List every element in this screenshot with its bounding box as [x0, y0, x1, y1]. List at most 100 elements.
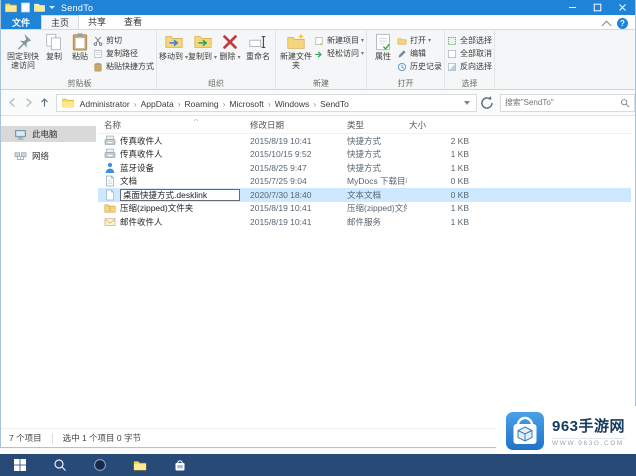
mail-icon: [104, 218, 116, 226]
paste-button[interactable]: 粘贴: [67, 30, 93, 62]
selection-status: 选中 1 个项目 0 字节: [62, 433, 141, 443]
file-icon-slot: [104, 162, 116, 174]
breadcrumb-segment[interactable]: SendTo: [317, 99, 352, 109]
status-divider: [51, 432, 53, 444]
column-header-size[interactable]: 大小: [407, 119, 483, 131]
edit-button[interactable]: 编辑: [397, 47, 442, 60]
column-header-name[interactable]: 名称: [98, 119, 246, 131]
file-type: 邮件服务: [347, 216, 382, 227]
copy-path-button[interactable]: 复制路径: [93, 47, 154, 60]
delete-icon: [223, 35, 237, 49]
pin-to-quick-access-button[interactable]: 固定到快速访问: [5, 30, 41, 71]
qat-customize-icon[interactable]: [49, 6, 55, 9]
breadcrumb-segment[interactable]: Administrator: [77, 99, 133, 109]
open-button[interactable]: 打开: [397, 34, 442, 47]
column-header-date[interactable]: 修改日期: [246, 119, 343, 131]
paste-shortcut-button[interactable]: 粘贴快捷方式: [93, 60, 154, 73]
file-size: 1 KB: [450, 162, 469, 173]
forward-button[interactable]: [21, 95, 37, 111]
new-item-button[interactable]: 新建项目: [314, 34, 364, 47]
help-icon[interactable]: [617, 18, 628, 29]
column-header-type[interactable]: 类型: [343, 119, 407, 131]
cortana-icon: [94, 459, 106, 471]
folder-icon: [61, 98, 74, 107]
rename-button[interactable]: 重命名: [243, 30, 273, 62]
address-dropdown-icon[interactable]: [463, 100, 470, 105]
cortana-button[interactable]: [80, 454, 120, 476]
file-date: 2015/8/19 10:41: [250, 203, 312, 214]
sidebar-item-network[interactable]: 网络: [1, 148, 96, 164]
file-icon-slot: [104, 189, 116, 201]
ribbon-group-select: 全部选择 全部取消 反向选择 选择: [445, 30, 496, 89]
tab-view[interactable]: 查看: [115, 15, 151, 29]
close-button[interactable]: [610, 0, 635, 15]
table-row[interactable]: 蓝牙设备 2015/8/25 9:47 快捷方式 1 KB: [98, 161, 631, 175]
copy-to-button[interactable]: 复制到: [188, 30, 217, 62]
item-count: 7 个项目: [9, 433, 42, 443]
history-button[interactable]: 历史记录: [397, 60, 442, 73]
invert-selection-button[interactable]: 反向选择: [447, 60, 492, 73]
table-row[interactable]: 邮件收件人 2015/8/19 10:41 邮件服务 1 KB: [98, 215, 631, 229]
file-size: 1 KB: [450, 149, 469, 160]
store-button[interactable]: [160, 454, 200, 476]
file-date: 2015/8/19 10:41: [250, 216, 312, 227]
file-name: 传真收件人: [120, 149, 163, 160]
tab-file[interactable]: 文件: [1, 15, 42, 29]
search-icon: [621, 98, 630, 107]
breadcrumb-segment[interactable]: AppData: [138, 99, 177, 109]
breadcrumb-segment[interactable]: Windows: [272, 99, 312, 109]
breadcrumb-separator-icon: ›: [177, 98, 181, 109]
select-none-button[interactable]: 全部取消: [447, 47, 492, 60]
maximize-button[interactable]: [585, 0, 610, 15]
file-size: 2 KB: [450, 135, 469, 146]
file-name: 传真收件人: [120, 135, 163, 146]
tab-home[interactable]: 主页: [41, 15, 80, 29]
qat-properties-button[interactable]: [20, 2, 31, 13]
new-folder-icon: [287, 33, 305, 49]
minimize-button[interactable]: [560, 0, 585, 15]
new-folder-button[interactable]: 新建文件夹: [278, 30, 314, 71]
copy-path-icon: [94, 49, 102, 58]
table-row[interactable]: 2020/7/30 18:40 文本文档 0 KB: [98, 188, 631, 202]
table-row[interactable]: 传真收件人 2015/10/15 9:52 快捷方式 1 KB: [98, 148, 631, 162]
breadcrumb-segment[interactable]: Roaming: [182, 99, 222, 109]
invert-selection-icon: [448, 62, 457, 71]
easy-access-icon: [315, 50, 322, 58]
rename-input[interactable]: [120, 188, 240, 201]
delete-button[interactable]: 删除: [217, 30, 243, 62]
tab-share[interactable]: 共享: [79, 15, 115, 29]
properties-button[interactable]: 属性: [369, 30, 397, 62]
file-icon-slot: [104, 175, 116, 187]
table-row[interactable]: 压缩(zipped)文件夹 2015/8/19 10:41 压缩(zipped)…: [98, 202, 631, 216]
table-row[interactable]: 文档 2015/7/25 9:04 MyDocs 下载目标 0 KB: [98, 175, 631, 189]
file-date: 2015/10/15 9:52: [250, 149, 312, 160]
file-date: 2015/8/25 9:47: [250, 162, 307, 173]
history-icon: [397, 62, 407, 71]
back-button[interactable]: [5, 95, 21, 111]
start-button[interactable]: [0, 454, 40, 476]
table-row[interactable]: 传真收件人 2015/8/19 10:41 快捷方式 2 KB: [98, 134, 631, 148]
select-all-button[interactable]: 全部选择: [447, 34, 492, 47]
breadcrumb[interactable]: Administrator › AppData › Roaming › Microsoft ›…: [55, 93, 477, 112]
collapse-ribbon-icon[interactable]: [603, 21, 611, 26]
copy-button[interactable]: 复制: [41, 30, 67, 62]
easy-access-button[interactable]: 轻松访问: [314, 47, 364, 60]
refresh-button[interactable]: [479, 95, 495, 111]
search-input[interactable]: [504, 98, 620, 107]
file-size: 1 KB: [450, 203, 469, 214]
file-date: 2015/8/19 10:41: [250, 135, 312, 146]
cut-button[interactable]: 剪切: [93, 34, 154, 47]
sidebar-item-this-pc[interactable]: 此电脑: [1, 126, 96, 142]
move-to-button[interactable]: 移动到: [159, 30, 188, 62]
taskbar-search-button[interactable]: [40, 454, 80, 476]
copy-to-icon: [194, 36, 211, 48]
folder-app-icon: [5, 3, 17, 13]
watermark-title: 963手游网: [552, 417, 626, 435]
column-header-row: 名称 修改日期 类型 大小: [98, 116, 631, 134]
file-explorer-button[interactable]: [120, 454, 160, 476]
file-type: 快捷方式: [347, 149, 382, 160]
file-name: 压缩(zipped)文件夹: [120, 203, 194, 214]
up-button[interactable]: [37, 95, 53, 111]
breadcrumb-segment[interactable]: Microsoft: [226, 99, 266, 109]
qat-new-folder-button[interactable]: [34, 2, 45, 13]
